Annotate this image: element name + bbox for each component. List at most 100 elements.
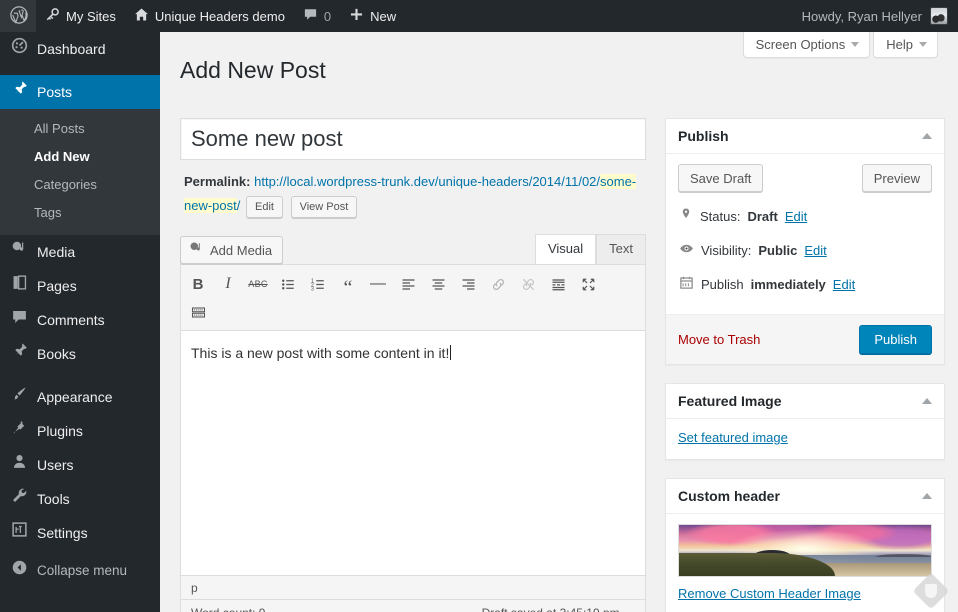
post-title-input[interactable] (189, 122, 637, 156)
editor-status-bar: Word count: 9 Draft saved at 3:45:19 pm. (181, 599, 645, 612)
blockquote-icon[interactable]: “ (333, 270, 363, 298)
tab-text[interactable]: Text (596, 234, 646, 264)
publish-button[interactable]: Publish (859, 325, 932, 354)
add-media-button[interactable]: Add Media (180, 236, 283, 264)
sidebar-item-users[interactable]: Users (0, 448, 160, 482)
sidebar-item-plugins[interactable]: Plugins (0, 414, 160, 448)
help-label: Help (886, 37, 913, 52)
sidebar-item-posts[interactable]: Posts (0, 75, 160, 109)
bold-icon[interactable]: B (183, 270, 213, 298)
editor-content-area[interactable]: This is a new post with some content in … (181, 331, 645, 575)
edit-permalink-button[interactable]: Edit (246, 196, 283, 218)
draft-saved-status: Draft saved at 3:45:19 pm. (482, 606, 635, 612)
visibility-label: Visibility: (701, 242, 751, 260)
collapse-arrow-icon (11, 554, 28, 588)
sidebar-item-label: Comments (37, 303, 105, 337)
submenu-add-new[interactable]: Add New (0, 143, 160, 171)
new-content-menu[interactable]: New (340, 0, 405, 32)
preview-button[interactable]: Preview (862, 164, 932, 192)
sidebar-item-settings[interactable]: Settings (0, 516, 160, 550)
save-draft-button[interactable]: Save Draft (678, 164, 763, 192)
tab-visual[interactable]: Visual (535, 234, 596, 264)
settings-icon (11, 516, 28, 550)
media-add-icon (189, 241, 204, 259)
draft-actions-row: Save Draft Preview (678, 164, 932, 192)
pin-icon (11, 75, 28, 109)
media-icon (11, 235, 28, 269)
insert-link-icon[interactable] (483, 270, 513, 298)
site-name-menu[interactable]: Unique Headers demo (125, 0, 294, 32)
fullscreen-icon[interactable] (573, 270, 603, 298)
remove-custom-header-link[interactable]: Remove Custom Header Image (678, 586, 861, 601)
read-more-icon[interactable] (543, 270, 573, 298)
submenu-categories[interactable]: Categories (0, 171, 160, 199)
schedule-value: immediately (751, 276, 826, 294)
toggle-panel-icon[interactable] (922, 133, 932, 139)
sidebar-item-appearance[interactable]: Appearance (0, 380, 160, 414)
ordered-list-icon[interactable]: 123 (303, 270, 333, 298)
key-icon (45, 7, 60, 25)
permalink-row: Permalink: http://local.wordpress-trunk.… (180, 160, 646, 226)
align-left-icon[interactable] (393, 270, 423, 298)
sidebar-item-label: Books (37, 337, 76, 371)
my-sites-menu[interactable]: My Sites (36, 0, 125, 32)
far-hill-shape (876, 554, 931, 558)
admin-bar: My Sites Unique Headers demo 0 New Howdy… (0, 0, 958, 32)
wrench-icon (11, 482, 28, 516)
help-tab[interactable]: Help (873, 32, 938, 58)
view-post-button[interactable]: View Post (291, 196, 358, 218)
pin-marker-icon (679, 207, 693, 227)
screen-options-tab[interactable]: Screen Options (743, 32, 871, 58)
sidebar-item-tools[interactable]: Tools (0, 482, 160, 516)
permalink-url-prefix[interactable]: http://local.wordpress-trunk.dev/unique-… (254, 174, 600, 189)
sidebar-item-label: Users (37, 448, 74, 482)
sidebar-item-label: Appearance (37, 380, 113, 414)
horizontal-rule-icon[interactable]: — (363, 270, 393, 298)
editor-toolbar: B I ABC 123 “ — (181, 265, 645, 331)
comment-bubble-icon (303, 7, 318, 25)
custom-header-body: Remove Custom Header Image (666, 514, 944, 612)
my-account-menu[interactable]: Howdy, Ryan Hellyer (794, 0, 958, 32)
submenu-all-posts[interactable]: All Posts (0, 115, 160, 143)
move-to-trash-link[interactable]: Move to Trash (678, 332, 760, 347)
toggle-panel-icon[interactable] (922, 398, 932, 404)
toggle-panel-icon[interactable] (922, 493, 932, 499)
wordpress-logo-icon (10, 6, 28, 27)
strikethrough-icon[interactable]: ABC (243, 270, 273, 298)
kitchen-sink-icon[interactable] (183, 298, 213, 326)
edit-visibility-link[interactable]: Edit (804, 242, 826, 260)
visibility-row: Visibility: Public Edit (678, 234, 932, 268)
align-right-icon[interactable] (453, 270, 483, 298)
submenu-tags[interactable]: Tags (0, 199, 160, 227)
word-count: Word count: 9 (191, 606, 265, 612)
sidebar-item-media[interactable]: Media (0, 235, 160, 269)
set-featured-image-link[interactable]: Set featured image (678, 430, 788, 445)
sidebar-item-pages[interactable]: Pages (0, 269, 160, 303)
custom-header-image (678, 524, 932, 577)
align-center-icon[interactable] (423, 270, 453, 298)
publish-box-footer: Move to Trash Publish (666, 314, 944, 364)
sidebar-item-label: Tools (37, 482, 70, 516)
screen-meta-links: Screen Options Help (740, 32, 938, 58)
post-body-column: Permalink: http://local.wordpress-trunk.… (180, 118, 646, 612)
comments-bubble-button[interactable]: 0 (294, 0, 340, 32)
wordpress-logo-button[interactable] (0, 0, 36, 32)
svg-text:3: 3 (311, 286, 314, 292)
custom-header-box: Custom header Remove Custom Header Image (665, 478, 945, 612)
post-side-column: Publish Save Draft Preview Status: Draft (665, 118, 945, 612)
publish-box-header: Publish (666, 119, 944, 154)
menu-separator (0, 371, 160, 380)
admin-sidebar-menu: Dashboard Posts All Posts Add New Catego… (0, 32, 160, 612)
edit-status-link[interactable]: Edit (785, 208, 807, 226)
collapse-menu-button[interactable]: Collapse menu (0, 554, 160, 588)
editor-mode-tabs: Visual Text (535, 234, 646, 264)
schedule-row: Publish immediately Edit (678, 268, 932, 302)
edit-schedule-link[interactable]: Edit (833, 276, 855, 294)
sidebar-item-comments[interactable]: Comments (0, 303, 160, 337)
sidebar-item-dashboard[interactable]: Dashboard (0, 32, 160, 66)
unordered-list-icon[interactable] (273, 270, 303, 298)
italic-icon[interactable]: I (213, 270, 243, 298)
status-label: Status: (700, 208, 740, 226)
unlink-icon[interactable] (513, 270, 543, 298)
sidebar-item-books[interactable]: Books (0, 337, 160, 371)
